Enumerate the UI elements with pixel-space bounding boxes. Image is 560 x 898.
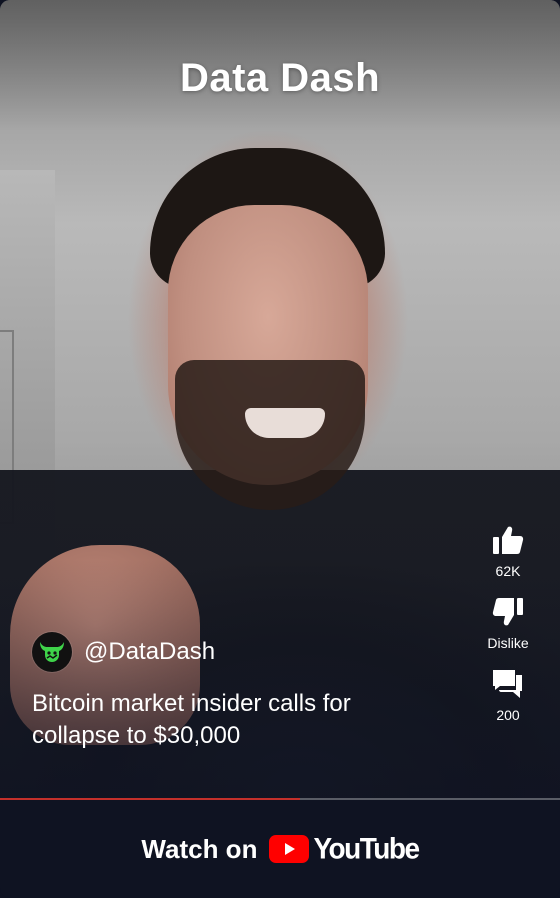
youtube-logo: YouTube <box>269 832 420 865</box>
comments-button[interactable]: 200 <box>492 669 524 723</box>
bull-logo-icon <box>40 642 64 662</box>
dislike-label: Dislike <box>487 635 529 651</box>
like-button[interactable]: 62K <box>492 525 524 579</box>
dislike-button[interactable]: Dislike <box>487 597 529 651</box>
thumbs-down-icon <box>492 597 524 627</box>
thumbs-up-icon <box>492 525 524 555</box>
comments-icon <box>492 669 524 699</box>
like-count: 62K <box>495 563 521 579</box>
comment-count: 200 <box>496 707 520 723</box>
shorts-card: Data Dash 62K Dislike 200 @DataDash Bitc… <box>0 0 560 898</box>
watch-on-label: Watch on <box>141 833 258 864</box>
channel-avatar[interactable] <box>32 632 72 672</box>
channel-info[interactable]: @DataDash <box>32 632 215 672</box>
youtube-wordmark: YouTube <box>313 832 420 865</box>
watch-on-youtube-footer[interactable]: Watch on YouTube <box>0 800 560 898</box>
action-rail: 62K Dislike 200 <box>470 525 546 733</box>
channel-handle[interactable]: @DataDash <box>84 638 215 666</box>
presenter-mouth <box>245 408 325 438</box>
youtube-play-icon <box>269 835 310 863</box>
video-caption: Bitcoin market insider calls for collaps… <box>32 690 351 749</box>
channel-title: Data Dash <box>179 56 381 100</box>
